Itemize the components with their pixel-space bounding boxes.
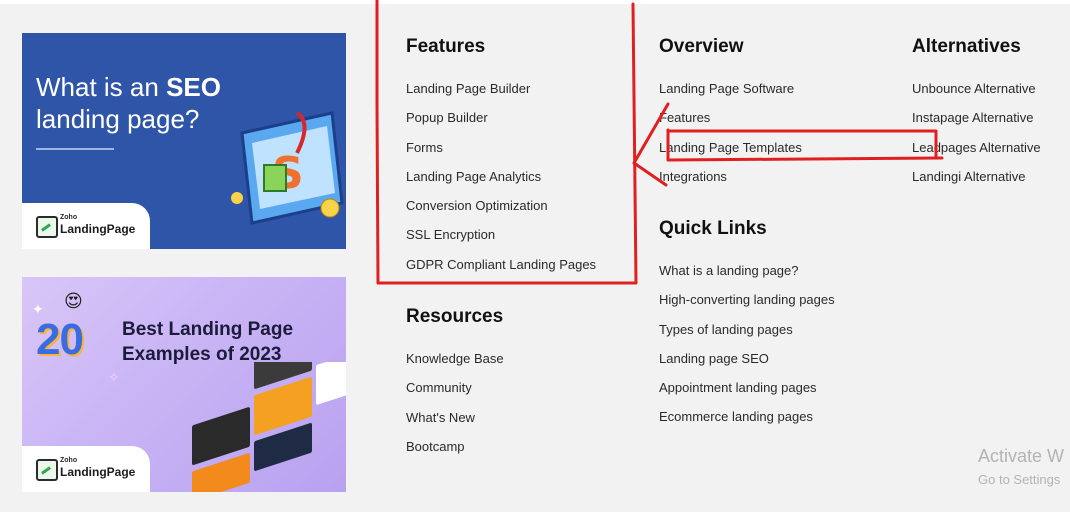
features-link-ssl-encryption[interactable]: SSL Encryption — [406, 220, 596, 249]
quick-links-column: Quick Links What is a landing page? High… — [659, 218, 835, 432]
link-text[interactable]: Integrations — [659, 169, 727, 184]
alternatives-heading: Alternatives — [912, 36, 1021, 57]
features-link-gdpr[interactable]: GDPR Compliant Landing Pages — [406, 250, 596, 279]
link-text[interactable]: Landing Page Builder — [406, 81, 530, 96]
seo-landing-page-banner[interactable]: What is an SEO landing page? S Zoho Landi… — [22, 33, 346, 249]
link-text[interactable]: Bootcamp — [406, 439, 465, 454]
zoho-landingpage-logo: Zoho LandingPage — [22, 446, 150, 492]
link-text[interactable]: Landingi Alternative — [912, 169, 1025, 184]
quick-link-types[interactable]: Types of landing pages — [659, 315, 835, 344]
alternatives-link-landingi[interactable]: Landingi Alternative — [912, 162, 1041, 191]
landingpage-logo-icon — [36, 459, 58, 481]
heart-eyes-emoji-icon: 😍 — [64, 291, 83, 311]
resources-link-bootcamp[interactable]: Bootcamp — [406, 432, 504, 461]
overview-link-features[interactable]: Features — [659, 103, 802, 132]
landing-page-examples-illustration — [192, 362, 346, 492]
sparkle-icon: ✧ — [108, 369, 120, 385]
logo-brand-small: Zoho — [60, 457, 78, 464]
link-text[interactable]: Knowledge Base — [406, 351, 504, 366]
quick-link-high-converting[interactable]: High-converting landing pages — [659, 285, 835, 314]
resources-heading: Resources — [406, 306, 504, 327]
link-text[interactable]: Appointment landing pages — [659, 380, 817, 395]
link-text[interactable]: Instapage Alternative — [912, 110, 1033, 125]
link-text[interactable]: Types of landing pages — [659, 322, 793, 337]
link-text[interactable]: SSL Encryption — [406, 227, 495, 242]
quick-links-list: What is a landing page? High-converting … — [659, 256, 835, 432]
resources-link-whats-new[interactable]: What's New — [406, 403, 504, 432]
resources-list: Knowledge Base Community What's New Boot… — [406, 344, 504, 461]
logo-brand-main: LandingPage — [60, 222, 136, 236]
overview-list: Landing Page Software Features Landing P… — [659, 74, 802, 191]
alternatives-list: Unbounce Alternative Instapage Alternati… — [912, 74, 1041, 191]
quick-link-ecommerce[interactable]: Ecommerce landing pages — [659, 402, 835, 431]
logo-brand-small: Zoho — [60, 214, 78, 221]
overview-link-landing-page-software[interactable]: Landing Page Software — [659, 74, 802, 103]
link-text[interactable]: Leadpages Alternative — [912, 140, 1041, 155]
activate-windows-subtext: Go to Settings — [978, 472, 1061, 487]
alternatives-link-unbounce[interactable]: Unbounce Alternative — [912, 74, 1041, 103]
link-text[interactable]: High-converting landing pages — [659, 292, 835, 307]
features-link-landing-page-builder[interactable]: Landing Page Builder — [406, 74, 596, 103]
link-text[interactable]: GDPR Compliant Landing Pages — [406, 257, 596, 272]
alternatives-link-leadpages[interactable]: Leadpages Alternative — [912, 133, 1041, 162]
alternatives-column: Alternatives Unbounce Alternative Instap… — [912, 36, 1041, 191]
best-landing-page-examples-banner[interactable]: 😍 ✦ ✧ 20 Best Landing Page Examples of 2… — [22, 277, 346, 492]
quick-links-heading: Quick Links — [659, 218, 767, 239]
link-text[interactable]: What is a landing page? — [659, 263, 798, 278]
resources-link-community[interactable]: Community — [406, 373, 504, 402]
overview-link-landing-page-templates[interactable]: Landing Page Templates — [659, 133, 802, 162]
landingpage-logo-icon — [36, 216, 58, 238]
link-text[interactable]: Features — [659, 110, 710, 125]
resources-column: Resources Knowledge Base Community What'… — [406, 306, 504, 461]
quick-link-seo[interactable]: Landing page SEO — [659, 344, 835, 373]
features-link-analytics[interactable]: Landing Page Analytics — [406, 162, 596, 191]
link-text[interactable]: Popup Builder — [406, 110, 488, 125]
link-text[interactable]: Landing Page Software — [659, 81, 794, 96]
seo-illustration: S — [231, 111, 344, 225]
banner-title: Best Landing Page Examples of 2023 — [122, 319, 294, 365]
overview-link-integrations[interactable]: Integrations — [659, 162, 802, 191]
link-text[interactable]: Landing Page Templates — [659, 140, 802, 155]
features-list: Landing Page Builder Popup Builder Forms… — [406, 74, 596, 279]
logo-brand-main: LandingPage — [60, 465, 136, 479]
features-heading: Features — [406, 36, 486, 57]
link-text[interactable]: Landing Page Analytics — [406, 169, 541, 184]
features-link-forms[interactable]: Forms — [406, 133, 596, 162]
link-text[interactable]: Unbounce Alternative — [912, 81, 1036, 96]
link-text[interactable]: Conversion Optimization — [406, 198, 548, 213]
link-text[interactable]: Ecommerce landing pages — [659, 409, 813, 424]
overview-heading: Overview — [659, 36, 744, 57]
banner-divider — [36, 148, 114, 150]
features-link-popup-builder[interactable]: Popup Builder — [406, 103, 596, 132]
link-text[interactable]: Landing page SEO — [659, 351, 769, 366]
features-link-conversion-optimization[interactable]: Conversion Optimization — [406, 191, 596, 220]
banner-number: 20 — [36, 315, 84, 364]
quick-link-appointment[interactable]: Appointment landing pages — [659, 373, 835, 402]
activate-windows-watermark: Activate W — [978, 446, 1065, 466]
quick-link-what-is-landing-page[interactable]: What is a landing page? — [659, 256, 835, 285]
zoho-landingpage-logo: Zoho LandingPage — [22, 203, 150, 249]
alternatives-link-instapage[interactable]: Instapage Alternative — [912, 103, 1041, 132]
resources-link-knowledge-base[interactable]: Knowledge Base — [406, 344, 504, 373]
link-text[interactable]: What's New — [406, 410, 475, 425]
overview-column: Overview Landing Page Software Features … — [659, 36, 802, 191]
features-column: Features Landing Page Builder Popup Buil… — [406, 36, 596, 279]
link-text[interactable]: Community — [406, 380, 472, 395]
link-text[interactable]: Forms — [406, 140, 443, 155]
